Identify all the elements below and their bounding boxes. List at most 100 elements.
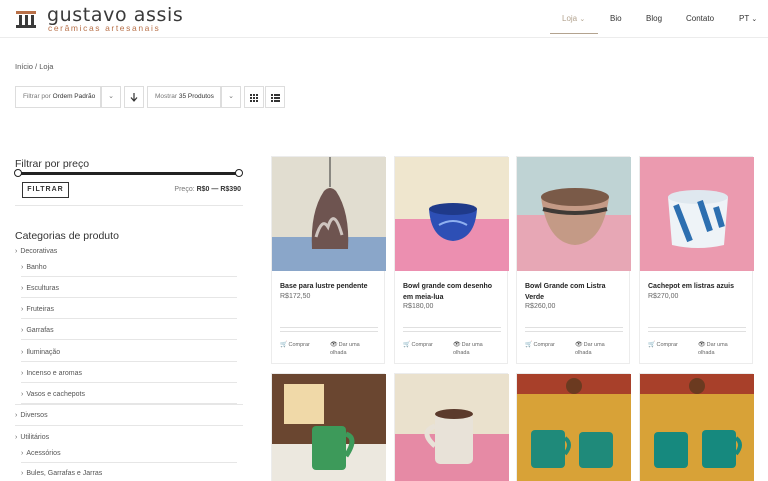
category-item[interactable]: › Fruteiras (21, 306, 54, 313)
category-label: Vasos e cachepots (26, 391, 85, 398)
buy-label: Comprar (411, 342, 433, 348)
sort-direction-button[interactable] (124, 86, 144, 108)
product-image[interactable] (640, 374, 754, 481)
show-value: 35 Produtos (178, 93, 214, 100)
site-header: gustavo assis cerâmicas artesanais Loja … (0, 0, 768, 38)
eye-icon: 👁 (330, 342, 338, 348)
divider (403, 331, 501, 332)
arrow-down-icon (130, 93, 138, 103)
chevron-right-icon: › (21, 450, 24, 457)
product-name[interactable]: Bowl Grande com Listra Verde (525, 281, 625, 303)
category-item[interactable]: › Utilitários (15, 434, 49, 441)
sort-select[interactable]: Filtrar por Ordem Padrão (15, 86, 101, 108)
category-label: Acessórios (26, 450, 61, 457)
price-slider-min-handle[interactable] (14, 169, 22, 177)
product-price: R$260,00 (525, 303, 556, 310)
divider (21, 382, 237, 383)
category-item[interactable]: › Bules, Garrafas e Jarras (21, 470, 102, 477)
per-page-select[interactable]: Mostrar 35 Produtos (147, 86, 221, 108)
cart-icon: 🛒 (525, 342, 533, 348)
divider (21, 462, 237, 463)
product-image[interactable] (517, 157, 631, 271)
language-switcher[interactable]: PT ⌄ (739, 14, 757, 23)
product-image[interactable] (272, 374, 386, 481)
list-view-button[interactable] (265, 86, 285, 108)
nav-item-bio[interactable]: Bio (610, 14, 622, 23)
category-item[interactable]: › Diversos (15, 412, 48, 419)
quick-view-button[interactable]: 👁Dar uma olhada (453, 341, 497, 357)
category-label: Esculturas (26, 285, 60, 292)
filter-button[interactable]: FILTRAR (22, 182, 69, 198)
nav-item-loja[interactable]: Loja ⌄ (562, 14, 585, 23)
logo-icon[interactable] (14, 9, 38, 31)
category-item[interactable]: › Acessórios (21, 450, 61, 457)
product-card[interactable] (516, 373, 631, 481)
grid-view-button[interactable] (244, 86, 264, 108)
nav-item-contato[interactable]: Contato (686, 14, 714, 23)
buy-button[interactable]: 🛒Comprar (648, 341, 678, 349)
category-item[interactable]: › Incenso e aromas (21, 370, 82, 377)
product-image[interactable] (395, 157, 509, 271)
category-item[interactable]: › Garrafas (21, 327, 54, 334)
breadcrumb-current: Loja (39, 62, 54, 71)
product-name[interactable]: Cachepot em listras azuis (648, 281, 748, 292)
product-card[interactable] (271, 373, 386, 481)
cart-icon: 🛒 (648, 342, 656, 348)
logo-subtitle: cerâmicas artesanais (48, 23, 161, 33)
product-price: R$270,00 (648, 293, 679, 300)
product-image[interactable] (517, 374, 631, 481)
buy-button[interactable]: 🛒Comprar (403, 341, 433, 349)
quick-view-button[interactable]: 👁Dar uma olhada (698, 341, 742, 357)
product-card[interactable]: Base para lustre pendente R$172,50 🛒Compra… (271, 156, 386, 364)
chevron-right-icon: › (21, 349, 24, 356)
nav-item-blog[interactable]: Blog (646, 14, 662, 23)
price-label: Preço: (174, 186, 195, 193)
breadcrumb-home[interactable]: Início (15, 62, 33, 71)
grid-icon (250, 93, 258, 102)
category-item[interactable]: › Banho (21, 264, 47, 271)
product-image[interactable] (395, 374, 509, 481)
product-image[interactable] (640, 157, 754, 271)
buy-label: Comprar (533, 342, 555, 348)
divider (21, 297, 237, 298)
category-item[interactable]: › Decorativas (15, 248, 57, 255)
product-card[interactable]: Cachepot em listras azuis R$270,00 🛒Compra… (639, 156, 754, 364)
nav-active-indicator (550, 33, 598, 34)
product-name[interactable]: Base para lustre pendente (280, 281, 380, 292)
language-label: PT (739, 14, 750, 23)
product-price: R$180,00 (403, 303, 434, 310)
chevron-right-icon: › (21, 327, 24, 334)
quick-view-button[interactable]: 👁Dar uma olhada (330, 341, 374, 357)
divider (525, 327, 623, 328)
chevron-right-icon: › (21, 370, 24, 377)
category-label: Utilitários (20, 434, 50, 441)
product-image[interactable] (272, 157, 386, 271)
category-item[interactable]: › Iluminação (21, 349, 60, 356)
divider (21, 339, 237, 340)
chevron-down-icon[interactable]: ⌄ (221, 86, 241, 108)
quick-view-button[interactable]: 👁Dar uma olhada (575, 341, 619, 357)
chevron-right-icon: › (15, 248, 18, 255)
buy-label: Comprar (288, 342, 310, 348)
breadcrumb-separator: / (35, 62, 38, 71)
category-item[interactable]: › Vasos e cachepots (21, 391, 85, 398)
chevron-right-icon: › (21, 391, 24, 398)
product-name[interactable]: Bowl grande com desenho em meia-lua (403, 281, 503, 303)
category-label: Bules, Garrafas e Jarras (26, 470, 103, 477)
category-item[interactable]: › Esculturas (21, 285, 59, 292)
price-dash: — (211, 186, 219, 193)
price-slider-max-handle[interactable] (235, 169, 243, 177)
category-label: Iluminação (26, 349, 61, 356)
product-card[interactable]: Bowl grande com desenho em meia-lua R$180… (394, 156, 509, 364)
categories-heading: Categorias de produto (15, 230, 119, 242)
chevron-down-icon[interactable]: ⌄ (101, 86, 121, 108)
buy-button[interactable]: 🛒Comprar (525, 341, 555, 349)
product-card[interactable] (394, 373, 509, 481)
buy-button[interactable]: 🛒Comprar (280, 341, 310, 349)
category-label: Diversos (20, 412, 48, 419)
divider (21, 276, 237, 277)
product-card[interactable] (639, 373, 754, 481)
product-card[interactable]: Bowl Grande com Listra Verde R$260,00 🛒Com… (516, 156, 631, 364)
price-slider-track[interactable] (17, 172, 239, 175)
divider (648, 331, 746, 332)
